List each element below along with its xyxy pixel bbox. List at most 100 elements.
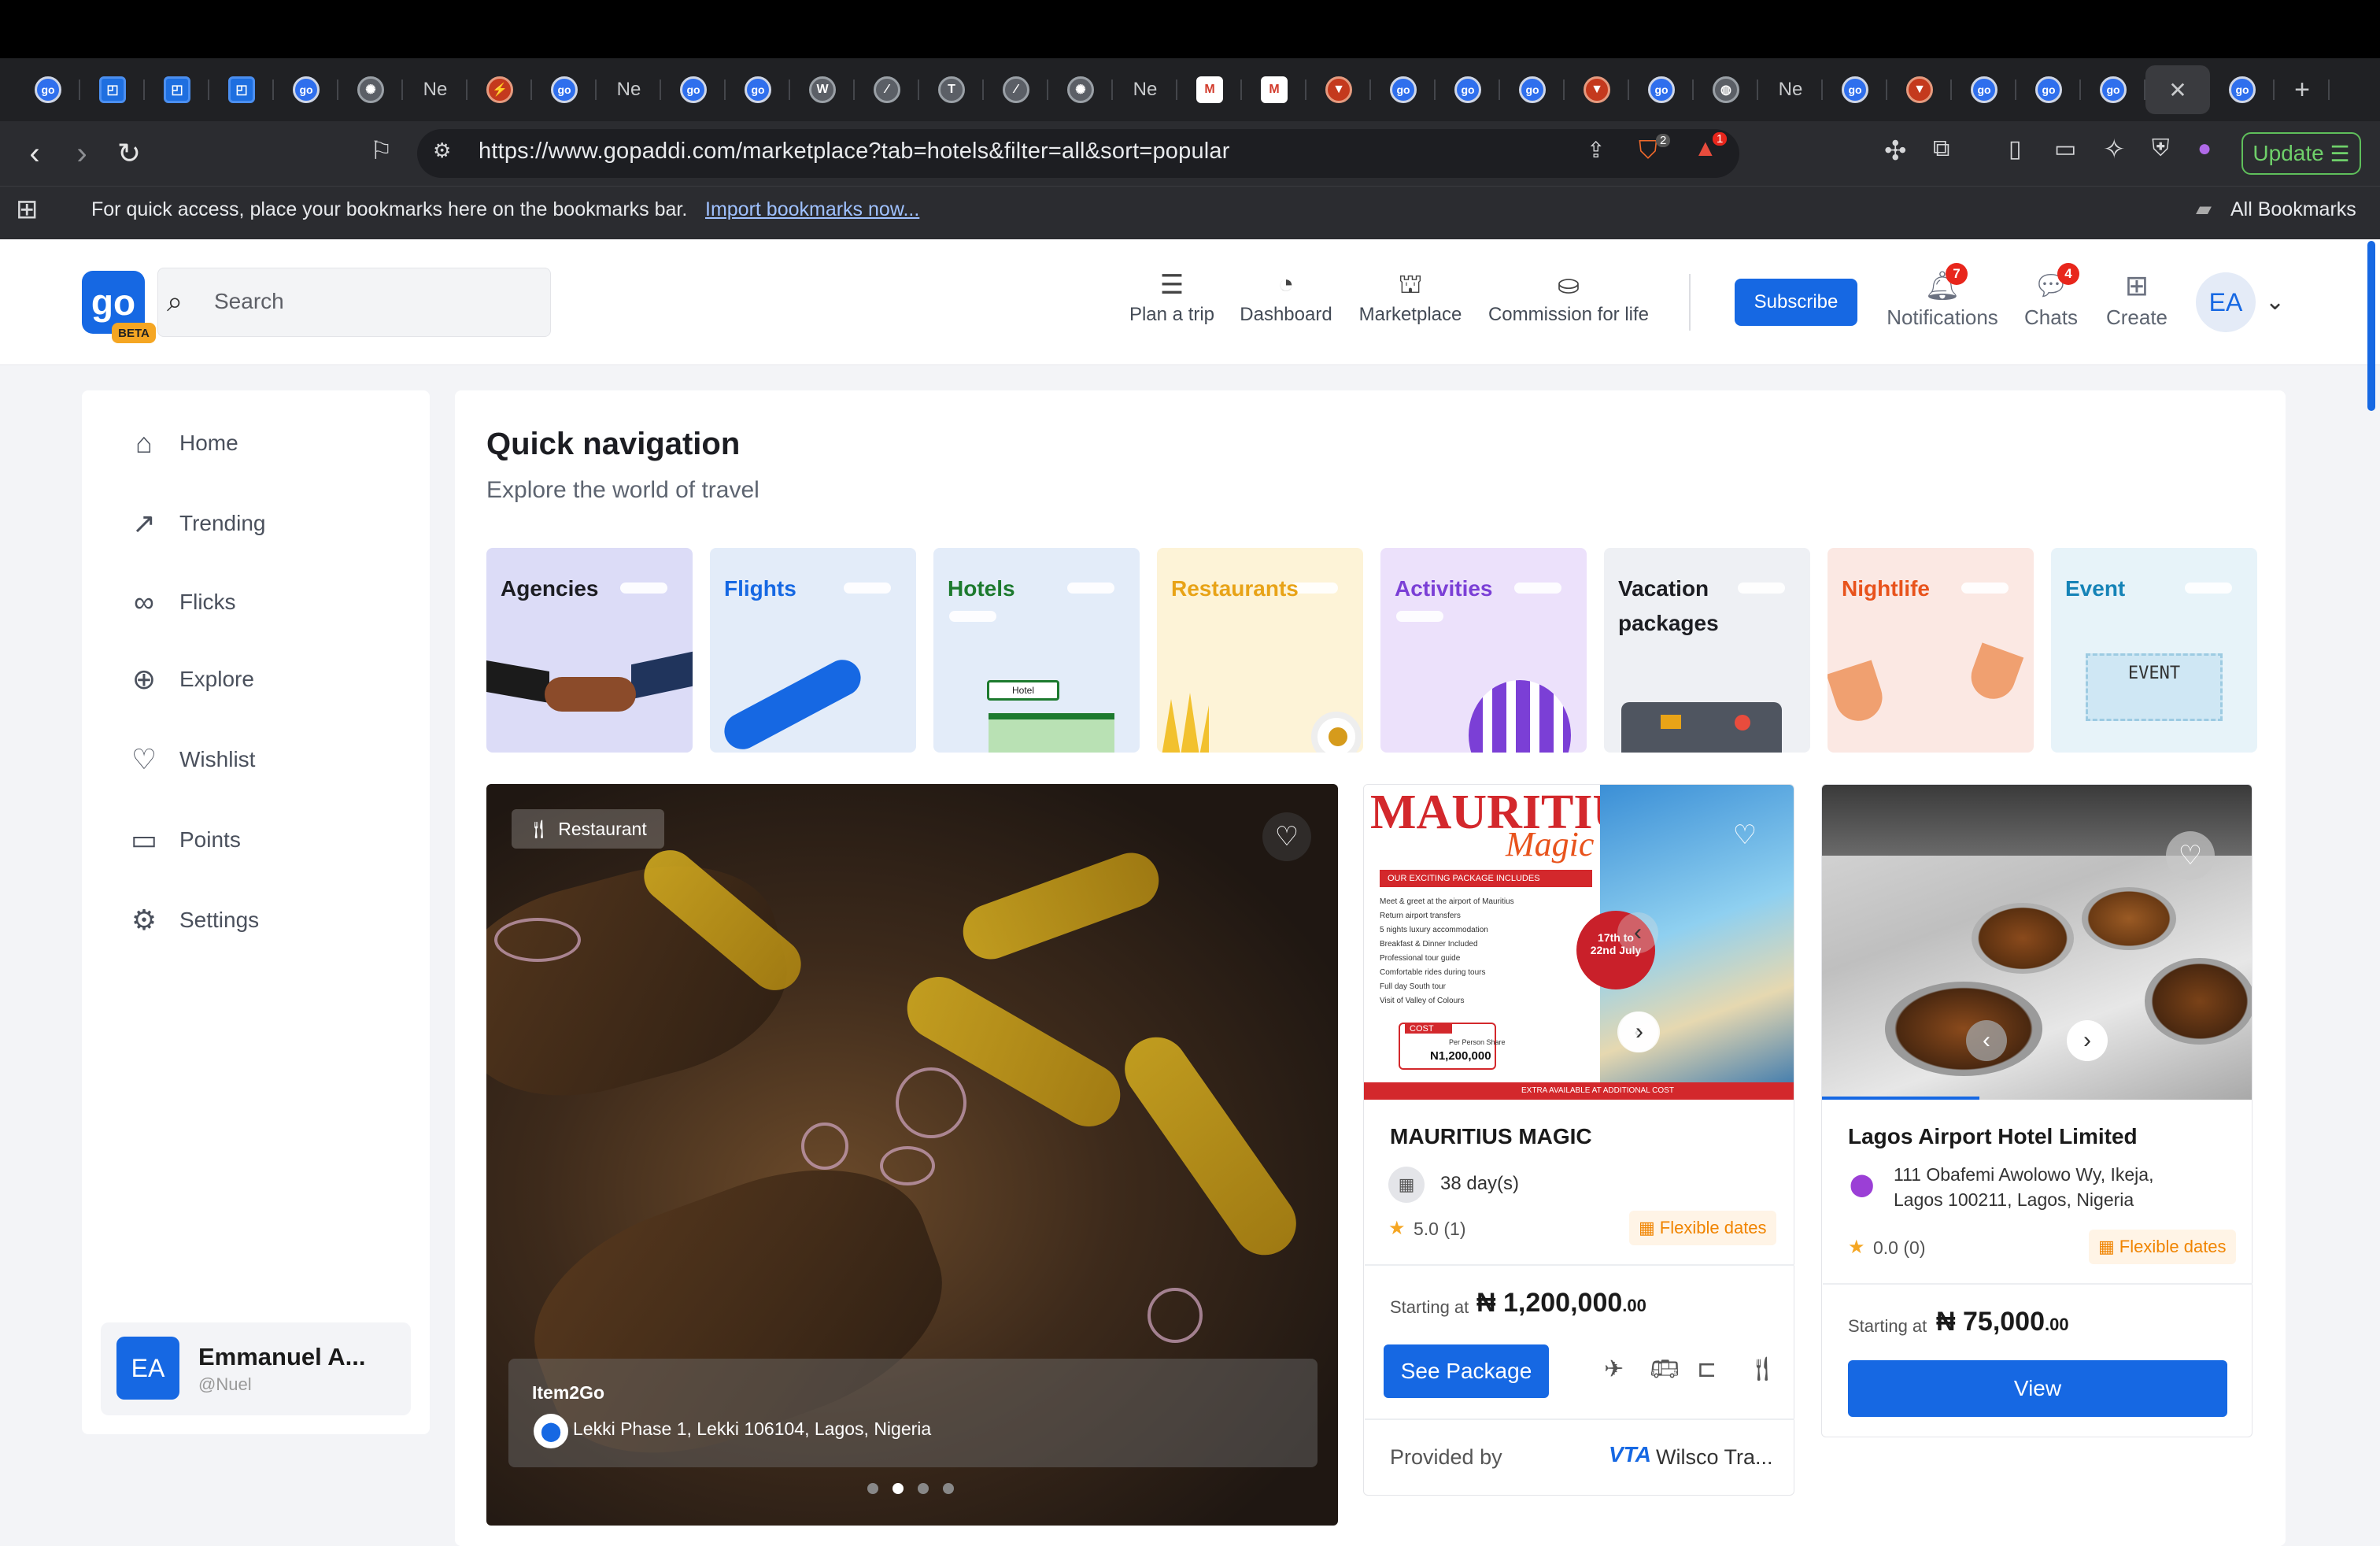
tile-event[interactable]: EVENT Event <box>2051 548 2257 753</box>
chevron-down-icon[interactable]: ⌄ <box>2265 288 2285 316</box>
notifications-button[interactable]: 🔔︎ Notifications <box>1886 269 1999 330</box>
sidebar-item-flicks[interactable]: ∞ Flicks <box>126 586 235 619</box>
extensions-icon[interactable]: ✣ <box>1884 135 1907 167</box>
browser-tab[interactable]: ⚡ <box>468 65 532 114</box>
browser-tab[interactable]: W <box>790 65 855 114</box>
wishlist-heart-icon[interactable]: ♡ <box>1725 816 1765 855</box>
see-package-button[interactable]: See Package <box>1384 1344 1549 1398</box>
browser-tab[interactable]: ✺ <box>338 65 403 114</box>
page-scrollbar[interactable] <box>2367 241 2375 411</box>
close-tab-icon[interactable]: ✕ <box>2168 77 2186 103</box>
ticket-icon: EVENT <box>2086 653 2223 721</box>
brave-shield-icon[interactable]: ⛉ <box>1639 135 1658 165</box>
browser-tab[interactable]: go <box>532 65 597 114</box>
browser-tab[interactable]: ⁄ <box>855 65 919 114</box>
carousel-next-icon[interactable]: › <box>2067 1020 2108 1061</box>
avatar[interactable]: EA <box>2196 272 2256 332</box>
browser-tab[interactable]: ◰ <box>209 65 274 114</box>
browser-tab[interactable]: ◰ <box>145 65 209 114</box>
category-badge: 🍴︎ Restaurant <box>512 809 664 849</box>
carousel-dot-active[interactable] <box>893 1483 904 1494</box>
carousel-prev-icon[interactable]: ‹ <box>1966 1020 2007 1061</box>
sidebar-item-home[interactable]: ⌂ Home <box>126 427 238 460</box>
share-icon[interactable]: ⇪ <box>1587 137 1605 163</box>
forward-icon[interactable]: › <box>58 136 105 172</box>
create-button[interactable]: ⊞ Create <box>2103 269 2171 330</box>
browser-tab[interactable]: go <box>1371 65 1436 114</box>
nav-marketplace[interactable]: ⛫ Marketplace <box>1355 269 1465 326</box>
browser-tab[interactable]: Ne <box>403 65 468 114</box>
browser-tab[interactable]: ▼ <box>1887 65 1952 114</box>
import-bookmarks-link[interactable]: Import bookmarks now... <box>705 198 919 221</box>
tile-vacation-packages[interactable]: Vacation packages <box>1604 548 1810 753</box>
view-button[interactable]: View <box>1848 1360 2227 1417</box>
tile-nightlife[interactable]: Nightlife <box>1828 548 2034 753</box>
browser-tab[interactable]: go <box>1629 65 1694 114</box>
apps-grid-icon[interactable]: ⊞ <box>16 194 39 225</box>
browser-tab[interactable]: go <box>726 65 790 114</box>
browser-tab[interactable]: ⁄ <box>984 65 1048 114</box>
reload-icon[interactable]: ↻ <box>105 137 153 170</box>
subscribe-button[interactable]: Subscribe <box>1735 279 1857 326</box>
browser-tab[interactable]: go <box>1823 65 1887 114</box>
browser-tab[interactable]: go <box>1436 65 1500 114</box>
profile-icon[interactable]: ● <box>2197 135 2212 162</box>
tile-activities[interactable]: Activities <box>1380 548 1587 753</box>
vpn-icon[interactable]: ⛨ <box>2152 135 2170 162</box>
browser-tab[interactable]: go <box>1952 65 2016 114</box>
browser-tab[interactable]: Ne <box>1758 65 1823 114</box>
back-icon[interactable]: ‹ <box>11 136 58 172</box>
poster-list-item: Return airport transfers <box>1380 912 1461 920</box>
browser-tab[interactable]: T <box>919 65 984 114</box>
browser-tab[interactable]: ▼ <box>1565 65 1629 114</box>
sidebar-item-wishlist[interactable]: ♡ Wishlist <box>126 743 256 776</box>
wallet-icon[interactable]: ▭ <box>2054 135 2076 163</box>
browser-tab[interactable]: ◍ <box>1694 65 1758 114</box>
browser-tab[interactable]: go <box>2081 65 2145 114</box>
handshake-icon <box>545 677 636 712</box>
browser-tab[interactable]: go <box>661 65 726 114</box>
carousel-next-icon[interactable]: › <box>1619 1012 1660 1052</box>
browser-tab[interactable]: M <box>1177 65 1242 114</box>
browser-tab[interactable]: go <box>16 65 80 114</box>
bookmark-icon[interactable]: ⚐ <box>370 135 393 165</box>
tile-agencies[interactable]: Agencies <box>486 548 693 753</box>
browser-tab[interactable]: Ne <box>1113 65 1177 114</box>
carousel-dot[interactable] <box>943 1483 954 1494</box>
provider-name[interactable]: Wilsco Tra... <box>1656 1445 1773 1470</box>
carousel-dot[interactable] <box>918 1483 929 1494</box>
browser-tab[interactable]: ✺ <box>1048 65 1113 114</box>
browser-tab[interactable]: ▼ <box>1306 65 1371 114</box>
site-settings-icon[interactable]: ⚙ <box>433 139 451 163</box>
carousel-prev-icon[interactable]: ‹ <box>1617 912 1658 953</box>
tab-title: Ne <box>1133 79 1158 100</box>
carousel-dot[interactable] <box>867 1483 878 1494</box>
browser-tab[interactable]: ◰ <box>80 65 145 114</box>
browser-tab[interactable]: go <box>1500 65 1565 114</box>
sidebar-item-explore[interactable]: ⊕ Explore <box>126 663 254 696</box>
browser-tab[interactable]: go <box>2016 65 2081 114</box>
url-text[interactable]: https://www.gopaddi.com/marketplace?tab=… <box>479 139 1230 165</box>
sidebar-item-trending[interactable]: ↗ Trending <box>126 507 266 540</box>
browser-tab[interactable]: Ne <box>597 65 661 114</box>
nav-dashboard[interactable]: ◔ Dashboard <box>1239 269 1333 326</box>
browser-tab[interactable]: go <box>2210 65 2275 114</box>
tile-restaurants[interactable]: Restaurants <box>1157 548 1363 753</box>
sidebar-item-points[interactable]: ▭ Points <box>126 823 241 856</box>
sidebar-item-settings[interactable]: ⚙ Settings <box>126 904 259 937</box>
browser-tab[interactable]: go <box>274 65 338 114</box>
tile-hotels[interactable]: Hotel Hotels <box>933 548 1140 753</box>
leo-icon[interactable]: ✧ <box>2103 134 2126 165</box>
nav-commission[interactable]: ⛀ Commission for life <box>1488 269 1650 326</box>
new-tab-button[interactable]: + <box>2275 65 2330 114</box>
sidebar-toggle-icon[interactable]: ▯ <box>2009 135 2022 163</box>
tab-active[interactable]: ✕ <box>2145 65 2210 114</box>
nav-plan-trip[interactable]: ☰ Plan a trip <box>1129 269 1215 326</box>
update-button[interactable]: Update ☰ <box>2241 132 2361 175</box>
all-bookmarks-button[interactable]: All Bookmarks <box>2230 198 2356 221</box>
browser-tab[interactable]: M <box>1242 65 1306 114</box>
tile-flights[interactable]: Flights <box>710 548 916 753</box>
wishlist-heart-icon[interactable]: ♡ <box>1262 812 1311 861</box>
screenshot-icon[interactable]: ⧉ <box>1933 135 1949 162</box>
wishlist-heart-icon[interactable]: ♡ <box>2166 831 2215 880</box>
